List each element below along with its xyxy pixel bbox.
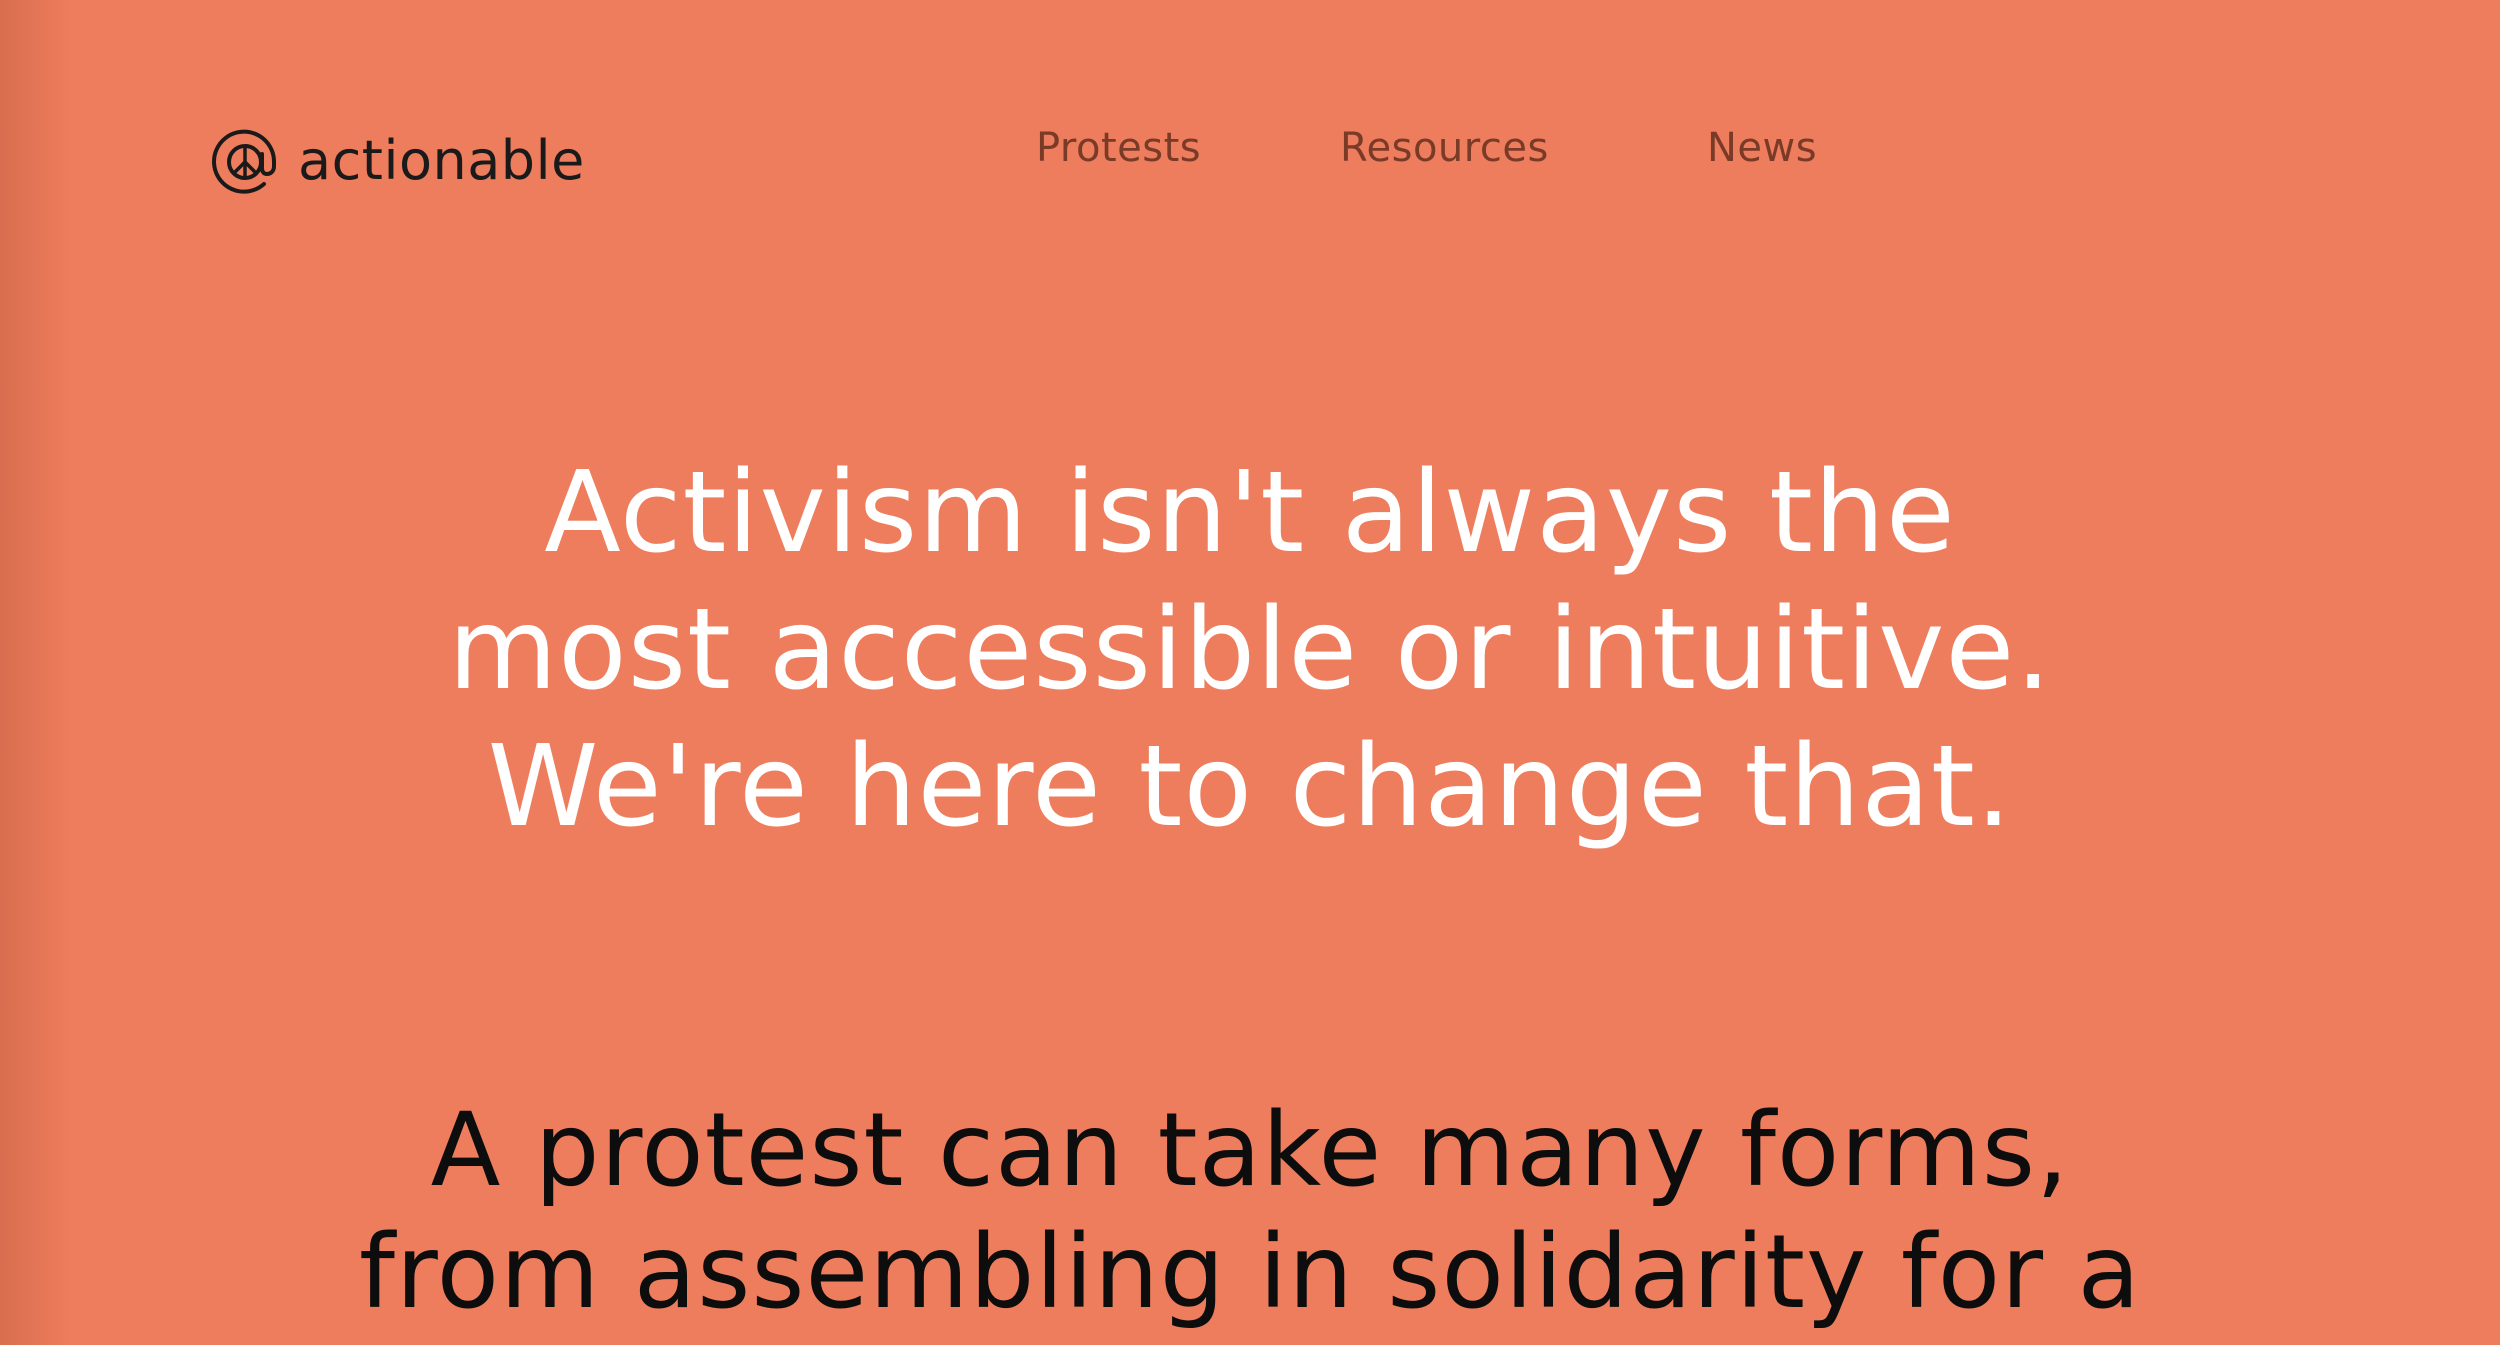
hero-line: We're here to change that. (487, 722, 2013, 852)
logo-wordmark: actionable (298, 129, 585, 192)
at-peace-sign-icon (212, 129, 277, 194)
intro-paragraph: A protest can take many forms, from asse… (250, 1090, 2250, 1334)
hero-line: Activism isn't always the (544, 448, 1956, 578)
nav-link-news[interactable]: News (1707, 128, 1817, 168)
intro-line: A protest can take many forms, (430, 1091, 2070, 1210)
nav-link-resources[interactable]: Resources (1340, 128, 1549, 168)
site-header: actionable Protests Resources News (0, 0, 2500, 300)
hero-heading: Activism isn't always the most accessibl… (250, 445, 2250, 856)
hero-line: most accessible or intuitive. (448, 585, 2052, 715)
intro-line: from assembling in solidarity for a (358, 1213, 2142, 1332)
logo-link[interactable]: actionable (212, 126, 585, 196)
nav-link-protests[interactable]: Protests (1036, 128, 1201, 168)
